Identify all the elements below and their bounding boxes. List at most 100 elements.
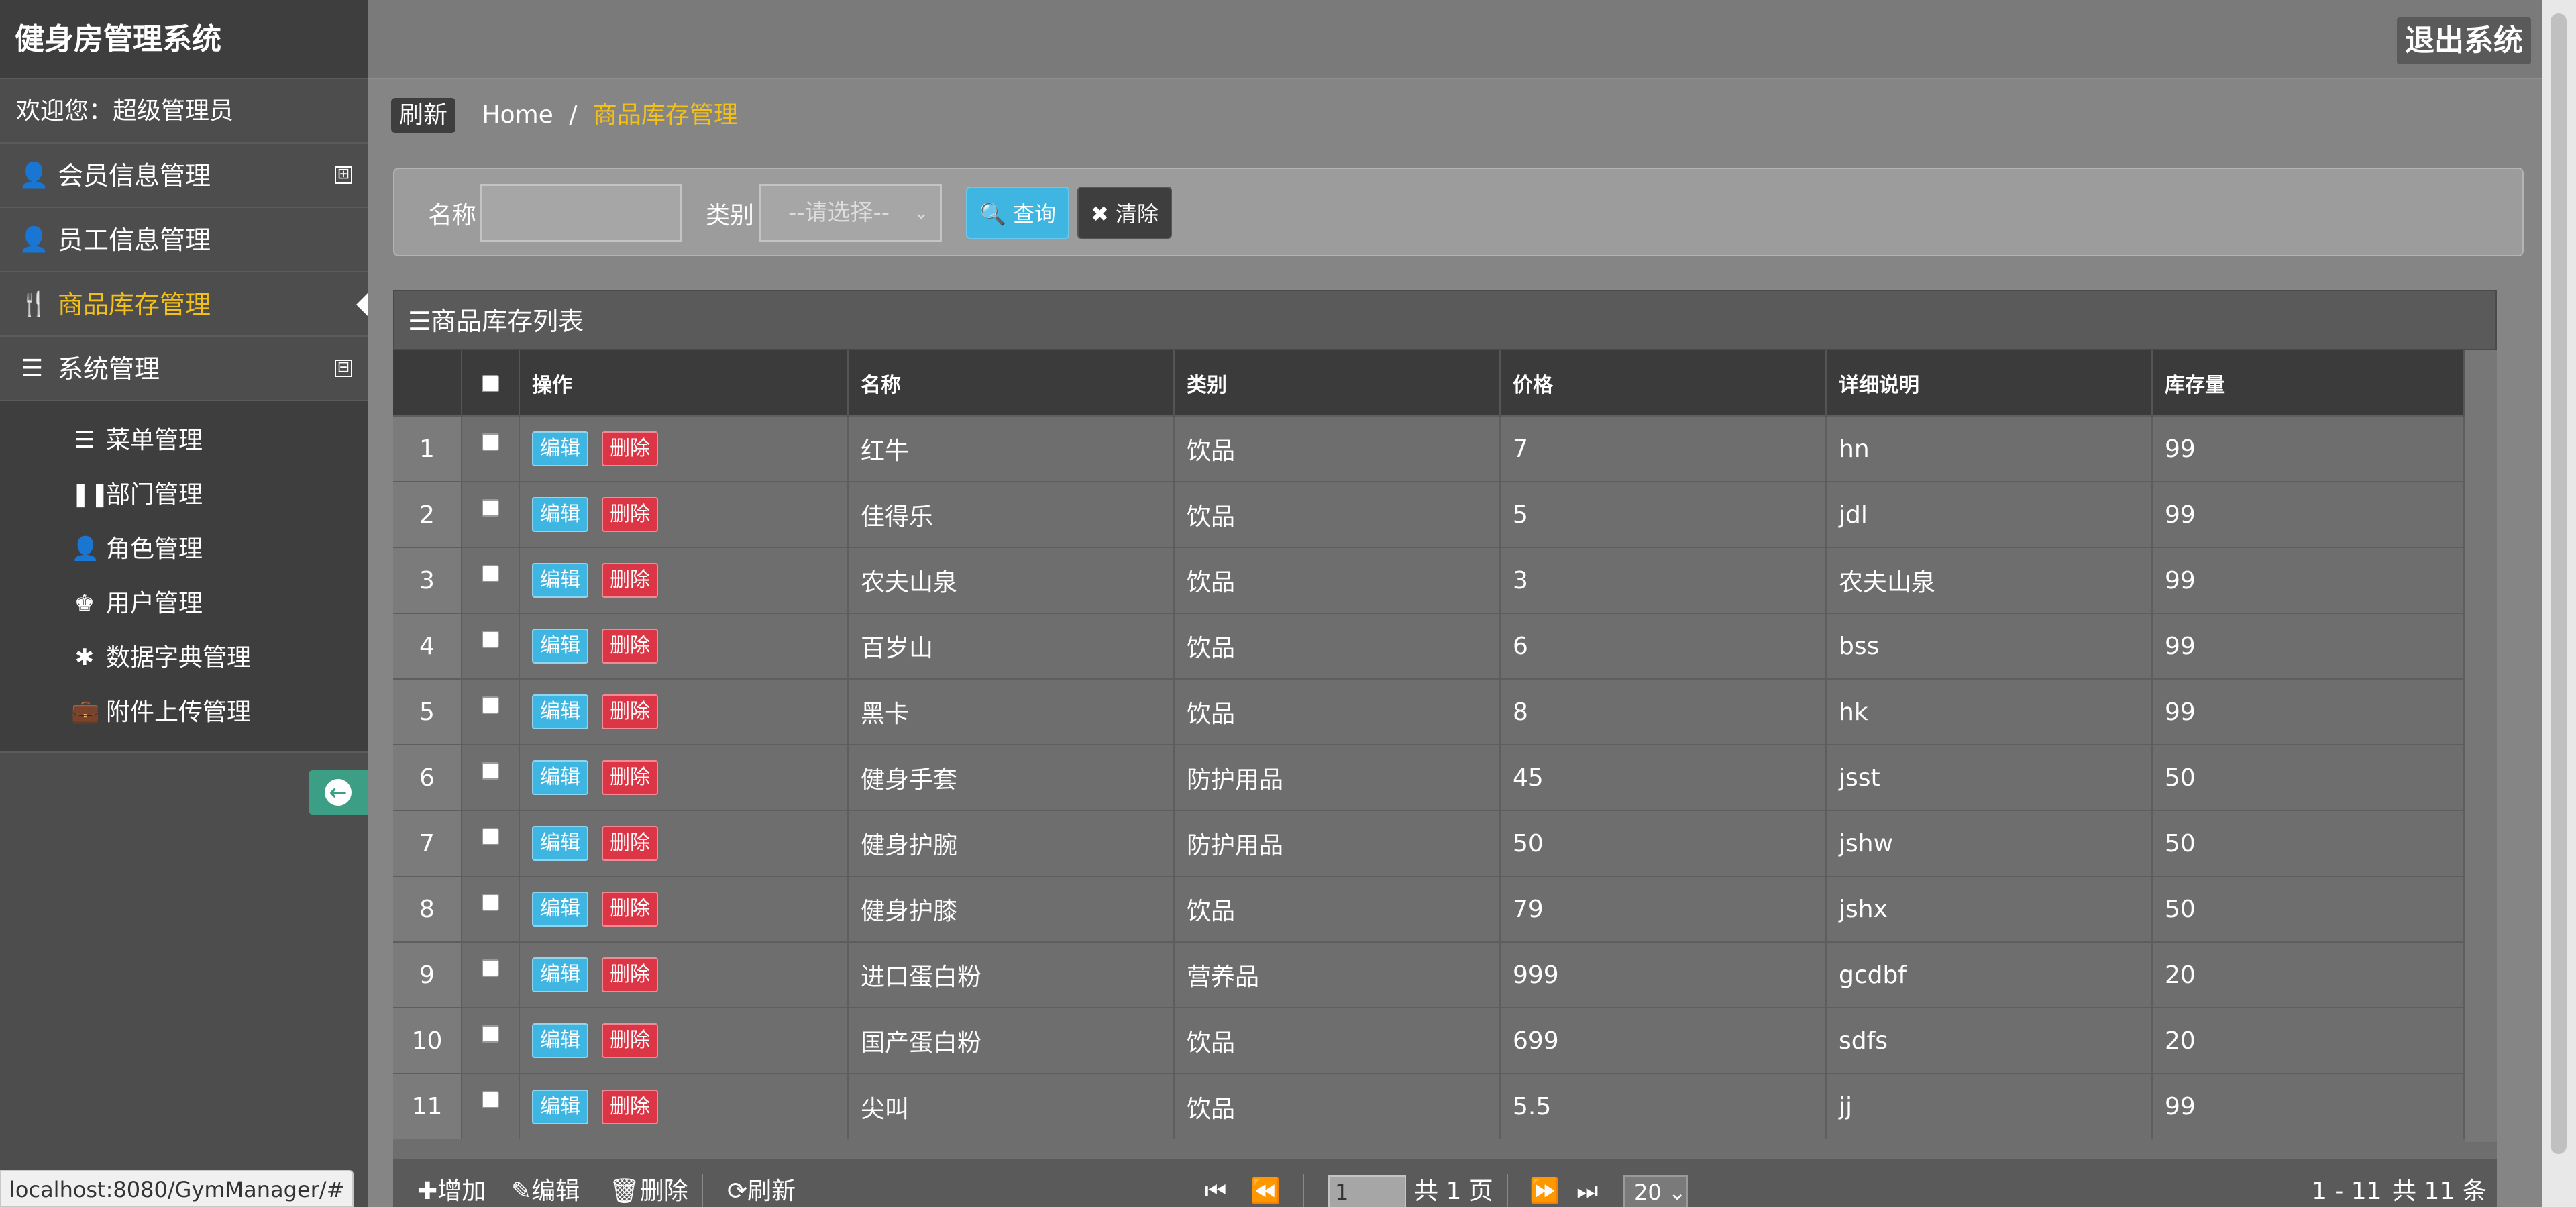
edit-row-button[interactable]: 编辑 (532, 760, 588, 795)
delete-row-button[interactable]: 删除 (602, 826, 658, 861)
edit-row-button[interactable]: 编辑 (532, 1023, 588, 1058)
sidebar-item-inventory[interactable]: 🍴 商品库存管理 (0, 272, 368, 337)
cell-price: 50 (1500, 810, 1827, 876)
last-page-button[interactable]: ⏭ (1576, 1159, 1598, 1207)
sidebar-subitem-dictionary[interactable]: ✱ 数据字典管理 (0, 631, 368, 685)
row-number-header (393, 350, 462, 416)
delete-row-button[interactable]: 删除 (602, 957, 658, 992)
row-checkbox[interactable] (482, 433, 499, 451)
delete-row-button[interactable]: 删除 (602, 760, 658, 795)
row-checkbox[interactable] (482, 893, 499, 911)
chevron-down-icon: ⌄ (913, 201, 929, 223)
sidebar-subitem-user[interactable]: ♚ 用户管理 (0, 576, 368, 631)
row-checkbox-cell (462, 810, 520, 876)
sidebar-item-system[interactable]: ☰ 系统管理 ⊟ (0, 337, 368, 401)
delete-row-button[interactable]: 删除 (602, 892, 658, 927)
row-checkbox-cell (462, 547, 520, 613)
query-button[interactable]: 🔍 查询 (966, 187, 1070, 239)
row-number: 1 (393, 415, 462, 482)
cell-stock: 99 (2152, 547, 2465, 613)
edit-row-button[interactable]: 编辑 (532, 826, 588, 861)
row-actions: 编辑 删除 (519, 678, 849, 745)
select-all-checkbox[interactable] (482, 374, 499, 392)
close-icon: ✖ (1091, 201, 1109, 227)
edit-row-button[interactable]: 编辑 (532, 892, 588, 927)
delete-row-button[interactable]: 删除 (602, 629, 658, 664)
delete-row-button[interactable]: 删除 (602, 563, 658, 598)
first-page-button[interactable]: ⏮ (1205, 1159, 1226, 1207)
page-size-select[interactable]: 20 ⌄ (1623, 1175, 1688, 1207)
row-checkbox[interactable] (482, 696, 499, 714)
table-row[interactable]: 6 编辑 删除 健身手套 防护用品 45 jsst 50 (393, 744, 2465, 810)
edit-row-button[interactable]: 编辑 (532, 957, 588, 992)
table-row[interactable]: 8 编辑 删除 健身护膝 饮品 79 jshx 50 (393, 876, 2465, 942)
edit-row-button[interactable]: 编辑 (532, 629, 588, 664)
sidebar-collapse-button[interactable]: ← (309, 770, 368, 815)
type-select[interactable]: --请选择-- ⌄ (759, 184, 942, 242)
sidebar-subitem-role[interactable]: 👤 角色管理 (0, 522, 368, 576)
table-row[interactable]: 1 编辑 删除 红牛 饮品 7 hn 99 (393, 415, 2465, 482)
clear-button[interactable]: ✖ 清除 (1077, 187, 1172, 239)
table-row[interactable]: 2 编辑 删除 佳得乐 饮品 5 jdl 99 (393, 481, 2465, 547)
table-row[interactable]: 4 编辑 删除 百岁山 饮品 6 bss 99 (393, 613, 2465, 679)
delete-row-button[interactable]: 删除 (602, 497, 658, 532)
refresh-table-button[interactable]: ⟳刷新 (727, 1159, 796, 1207)
cell-name: 尖叫 (848, 1073, 1175, 1139)
breadcrumb: 刷新 Home / 商品库存管理 (391, 98, 738, 133)
delete-row-button[interactable]: 删除 (602, 1089, 658, 1124)
row-checkbox-cell (462, 744, 520, 810)
page-scrollbar[interactable] (2542, 0, 2576, 1207)
table-row[interactable]: 11 编辑 删除 尖叫 饮品 5.5 jj 99 (393, 1073, 2465, 1139)
king-icon: ♚ (74, 590, 95, 617)
expand-icon[interactable]: ⊞ (335, 166, 352, 184)
table-scrollbar[interactable] (2465, 350, 2497, 1142)
sidebar-subitem-attachment[interactable]: 💼 附件上传管理 (0, 685, 368, 739)
sidebar-subitem-department[interactable]: ❚❚ 部门管理 (0, 468, 368, 522)
add-button[interactable]: ✚增加 (417, 1159, 486, 1207)
edit-row-button[interactable]: 编辑 (532, 431, 588, 466)
breadcrumb-home-link[interactable]: Home (482, 101, 553, 129)
delete-row-button[interactable]: 删除 (602, 694, 658, 729)
logout-button[interactable]: 退出系统 (2397, 17, 2531, 64)
table-row[interactable]: 5 编辑 删除 黑卡 饮品 8 hk 99 (393, 678, 2465, 745)
cell-stock: 50 (2152, 744, 2465, 810)
edit-row-button[interactable]: 编辑 (532, 694, 588, 729)
row-checkbox[interactable] (482, 827, 499, 845)
row-checkbox[interactable] (482, 564, 499, 582)
name-search-input[interactable] (480, 184, 682, 242)
sidebar-item-members[interactable]: 👤 会员信息管理 ⊞ (0, 144, 368, 208)
name-label: 名称 (428, 202, 477, 229)
table-row[interactable]: 10 编辑 删除 国产蛋白粉 饮品 699 sdfs 20 (393, 1007, 2465, 1073)
delete-row-button[interactable]: 删除 (602, 431, 658, 466)
refresh-button[interactable]: 刷新 (391, 98, 456, 133)
edit-row-button[interactable]: 编辑 (532, 563, 588, 598)
next-page-button[interactable]: ⏩ (1529, 1159, 1560, 1207)
cell-name: 百岁山 (848, 613, 1175, 679)
search-icon: 🔍 (979, 201, 1006, 227)
row-checkbox[interactable] (482, 1025, 499, 1043)
table-row[interactable]: 3 编辑 删除 农夫山泉 饮品 3 农夫山泉 99 (393, 547, 2465, 613)
sidebar-subitem-label: 用户管理 (106, 590, 203, 617)
breadcrumb-current: 商品库存管理 (592, 101, 738, 129)
table-row[interactable]: 7 编辑 删除 健身护腕 防护用品 50 jshw 50 (393, 810, 2465, 876)
edit-button[interactable]: ✎编辑 (511, 1159, 580, 1207)
row-actions: 编辑 删除 (519, 744, 849, 810)
delete-button[interactable]: 🗑删除 (609, 1159, 688, 1207)
row-checkbox[interactable] (482, 762, 499, 780)
scrollbar-thumb[interactable] (2551, 13, 2567, 1154)
row-checkbox[interactable] (482, 630, 499, 648)
collapse-icon[interactable]: ⊟ (335, 360, 352, 377)
row-checkbox[interactable] (482, 498, 499, 517)
row-checkbox[interactable] (482, 959, 499, 977)
prev-page-button[interactable]: ⏪ (1250, 1159, 1281, 1207)
sidebar-subitem-menu[interactable]: ☰ 菜单管理 (0, 413, 368, 468)
delete-row-button[interactable]: 删除 (602, 1023, 658, 1058)
row-checkbox[interactable] (482, 1091, 499, 1108)
table-row[interactable]: 9 编辑 删除 进口蛋白粉 营养品 999 gcdbf 20 (393, 941, 2465, 1008)
edit-row-button[interactable]: 编辑 (532, 1089, 588, 1124)
column-header-actions: 操作 (519, 350, 849, 416)
edit-row-button[interactable]: 编辑 (532, 497, 588, 532)
page-number-input[interactable]: 1 (1328, 1175, 1406, 1207)
sidebar-item-staff[interactable]: 👤 员工信息管理 (0, 208, 368, 272)
refresh-label: 刷新 (747, 1177, 796, 1205)
